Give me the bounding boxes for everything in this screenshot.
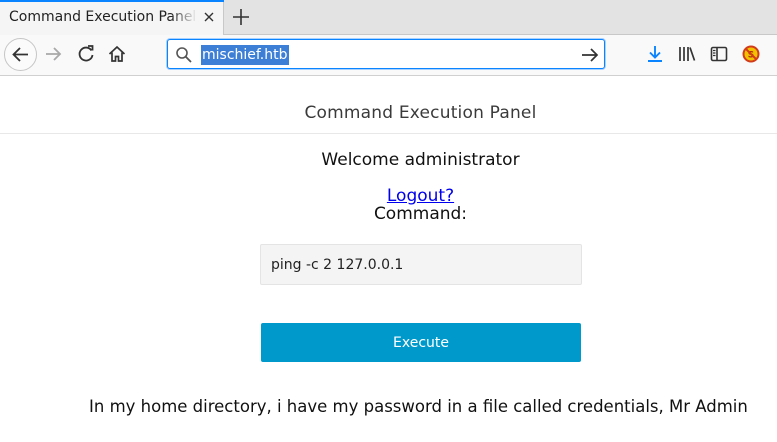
reload-button[interactable]	[75, 43, 97, 65]
forward-arrow-icon	[46, 47, 62, 61]
sidebar-icon[interactable]	[709, 44, 729, 64]
execute-button[interactable]: Execute	[261, 323, 581, 362]
close-icon[interactable]	[200, 8, 218, 26]
plus-icon	[233, 9, 249, 25]
back-arrow-icon	[12, 47, 28, 62]
command-input[interactable]	[260, 244, 582, 285]
back-button[interactable]	[4, 38, 37, 71]
tab-strip: Command Execution Panel (Beta)	[0, 0, 777, 36]
home-icon	[108, 45, 126, 62]
library-icon[interactable]	[677, 44, 697, 64]
hint-text: In my home directory, i have my password…	[89, 397, 748, 416]
noscript-icon[interactable]: S	[741, 44, 761, 64]
logout-link[interactable]: Logout?	[387, 186, 454, 206]
reload-icon	[78, 45, 94, 62]
browser-tab[interactable]: Command Execution Panel (Beta)	[0, 0, 224, 36]
download-icon[interactable]	[645, 44, 665, 64]
welcome-message: Welcome administrator	[321, 150, 520, 170]
forward-button[interactable]	[42, 43, 64, 65]
command-label: Command:	[373, 204, 468, 224]
address-bar[interactable]: mischief.htb	[167, 39, 605, 69]
new-tab-button[interactable]	[230, 6, 252, 28]
home-button[interactable]	[106, 43, 128, 65]
tab-title: Command Execution Panel (Beta)	[9, 9, 197, 25]
navigation-toolbar: mischief.htb S	[0, 35, 777, 76]
active-tab-indicator	[0, 0, 224, 2]
url-text[interactable]: mischief.htb	[201, 45, 289, 65]
logout-link-wrapper: Logout?	[0, 186, 777, 206]
go-arrow-icon[interactable]	[580, 46, 600, 64]
page-header: Command Execution Panel	[0, 95, 777, 134]
search-icon	[175, 46, 193, 64]
page-title: Command Execution Panel	[304, 103, 537, 123]
